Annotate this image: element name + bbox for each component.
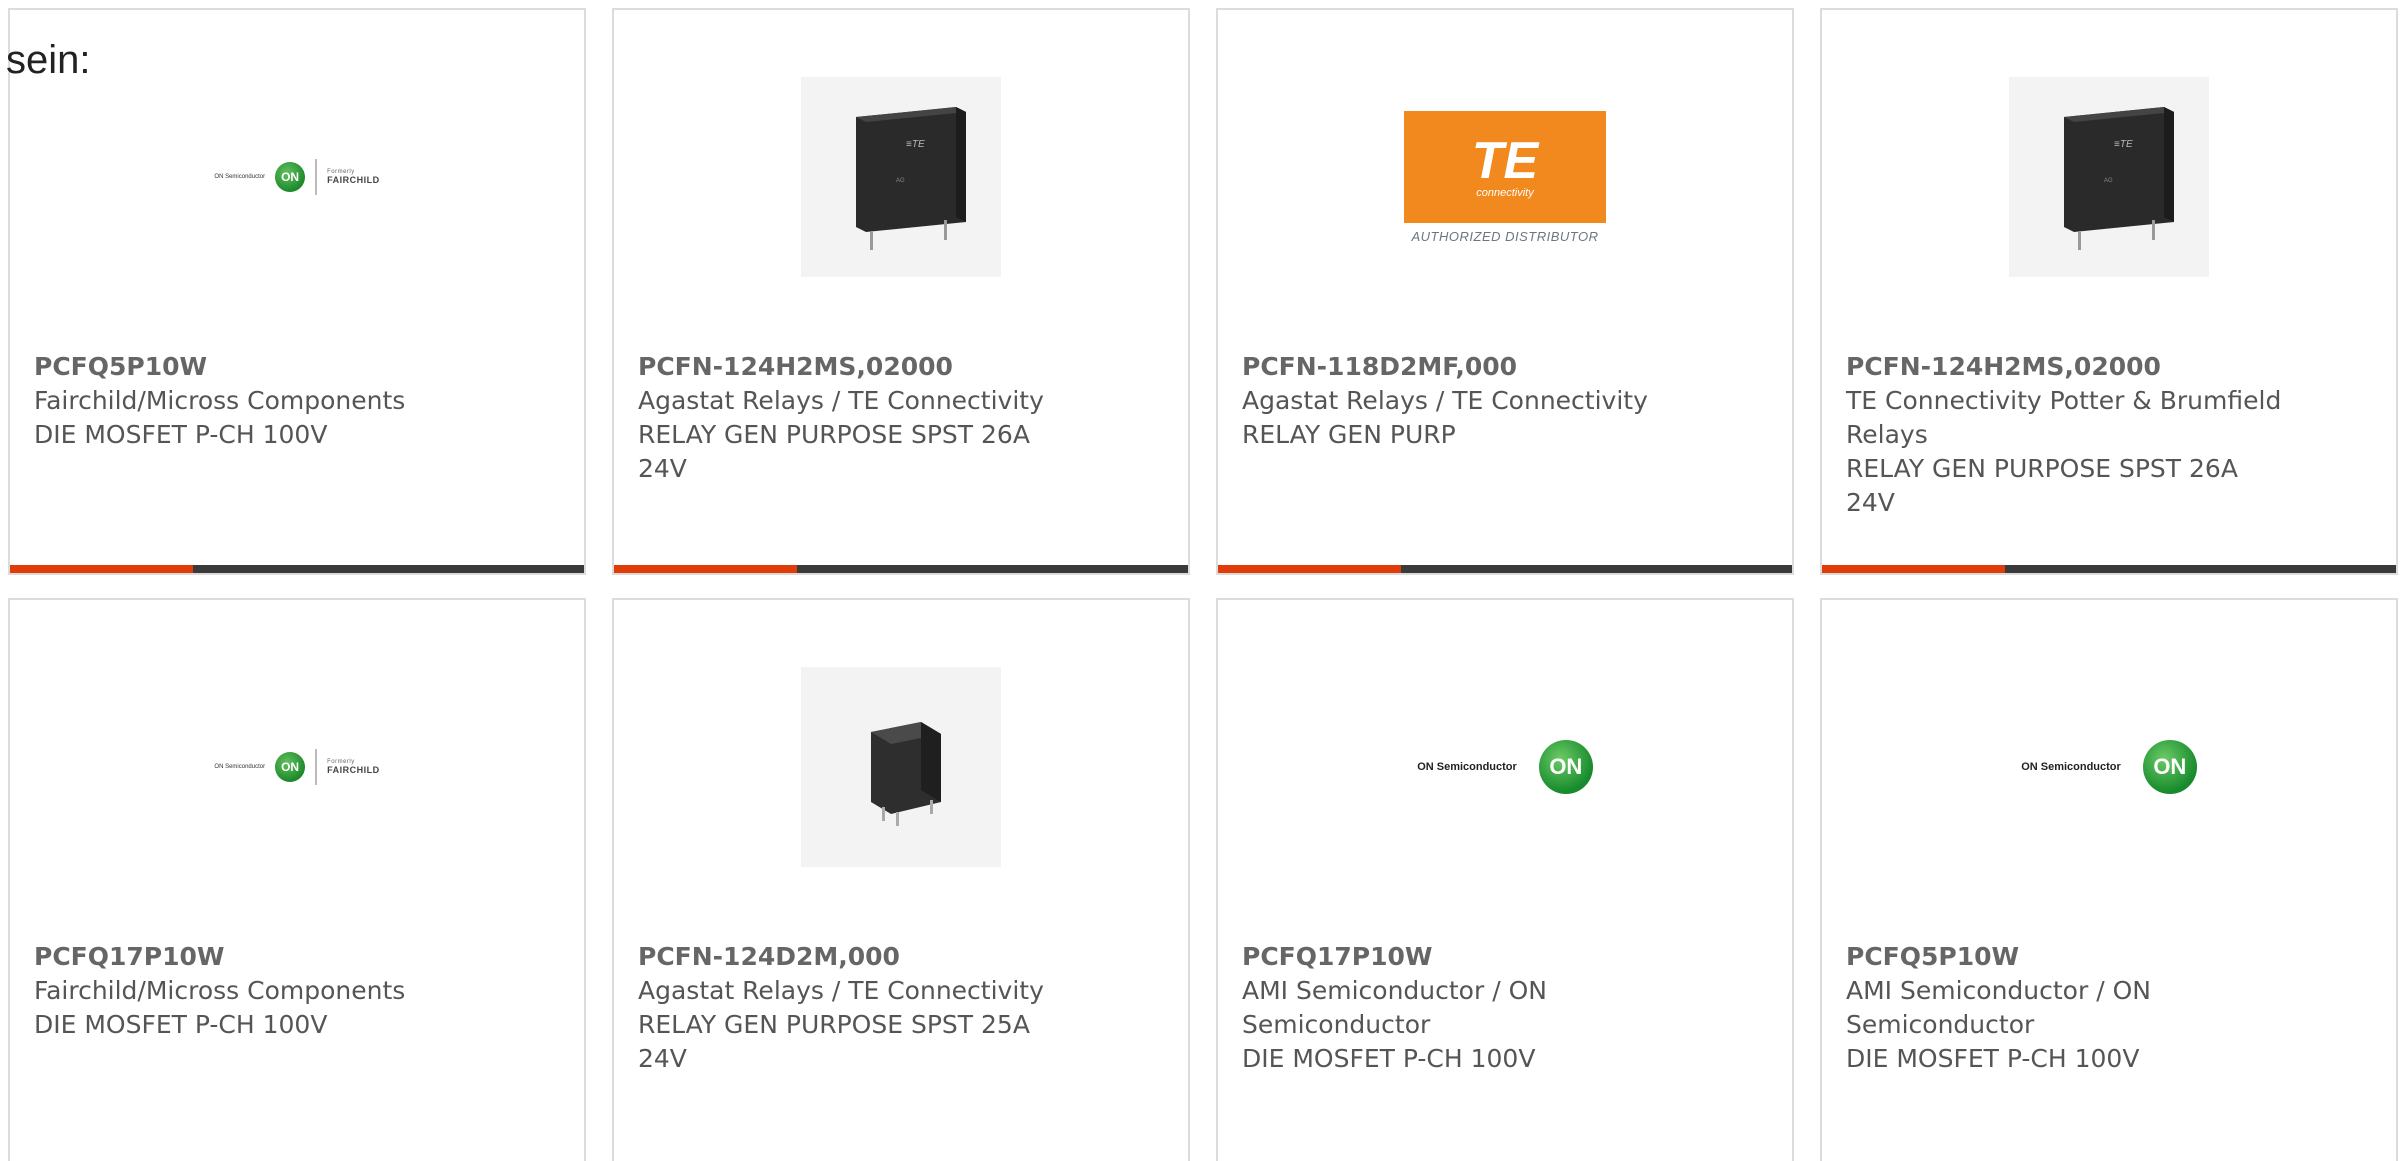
manufacturer-name: TE Connectivity Potter & Brumfield Relay… — [1846, 386, 2282, 449]
fairchild-label: FAIRCHILD — [327, 175, 380, 185]
product-card[interactable]: ON Semiconductor ON PCFQ17P10W AMI Semic… — [1216, 598, 1794, 1161]
card-bottom-bar — [614, 565, 1188, 573]
logo-divider — [315, 749, 318, 785]
product-info: PCFN-118D2MF,000 Agastat Relays / TE Con… — [1242, 350, 1682, 452]
product-image[interactable]: ON Semiconductor ON — [1822, 662, 2396, 872]
on-logo-icon: ON — [275, 162, 306, 192]
card-bottom-bar — [1822, 565, 2396, 573]
relay-photo: ≡TE AG — [2009, 77, 2209, 277]
product-card[interactable]: PCFN-124D2M,000 Agastat Relays / TE Conn… — [612, 598, 1190, 1161]
on-semiconductor-wordmark: ON Semiconductor — [214, 764, 266, 770]
product-image[interactable] — [614, 662, 1188, 872]
product-info: PCFN-124H2MS,02000 TE Connectivity Potte… — [1846, 350, 2286, 520]
relay-photo — [801, 667, 1001, 867]
product-card[interactable]: ≡TE AG PCFN-124H2MS,02000 TE Connectivit… — [1820, 8, 2398, 575]
manufacturer-name: Agastat Relays / TE Connectivity — [638, 976, 1044, 1005]
product-info: PCFQ17P10W AMI Semiconductor / ON Semico… — [1242, 940, 1682, 1076]
svg-text:AG: AG — [2104, 178, 2113, 184]
on-semiconductor-wordmark: ON Semiconductor — [214, 174, 266, 180]
product-image[interactable]: ON Semiconductor ON Formerly FAIRCHILD — [10, 662, 584, 872]
on-logo-icon: ON — [2142, 740, 2197, 794]
part-number-link[interactable]: PCFN-124H2MS,02000 — [1846, 350, 2286, 384]
manufacturer-name: Agastat Relays / TE Connectivity — [1242, 386, 1648, 415]
product-description: RELAY GEN PURPOSE SPST 26A 24V — [638, 420, 1030, 483]
svg-text:AG: AG — [896, 178, 905, 184]
product-description: DIE MOSFET P-CH 100V — [34, 1010, 328, 1039]
te-sub-label: connectivity — [1476, 186, 1534, 199]
card-accent-bar — [1822, 565, 2005, 573]
manufacturer-name: Fairchild/Micross Components — [34, 976, 406, 1005]
product-image[interactable]: ON Semiconductor ON Formerly FAIRCHILD — [10, 72, 584, 282]
part-number-link[interactable]: PCFN-118D2MF,000 — [1242, 350, 1682, 384]
manufacturer-name: AMI Semiconductor / ON Semiconductor — [1242, 976, 1547, 1039]
product-description: DIE MOSFET P-CH 100V — [1846, 1044, 2140, 1073]
part-number-link[interactable]: PCFQ17P10W — [34, 940, 474, 974]
product-image[interactable]: ≡TE AG — [1822, 72, 2396, 282]
on-semiconductor-wordmark: ON Semiconductor — [2021, 761, 2121, 773]
part-number-link[interactable]: PCFQ17P10W — [1242, 940, 1682, 974]
product-info: PCFN-124H2MS,02000 Agastat Relays / TE C… — [638, 350, 1078, 486]
intro-text: sein: — [6, 38, 91, 82]
authorized-distributor-label: AUTHORIZED DISTRIBUTOR — [1411, 228, 1599, 244]
product-card[interactable]: TE connectivity AUTHORIZED DISTRIBUTOR P… — [1216, 8, 1794, 575]
product-info: PCFN-124D2M,000 Agastat Relays / TE Conn… — [638, 940, 1078, 1076]
on-semiconductor-logo: ON Semiconductor ON — [2021, 740, 2197, 794]
product-description: DIE MOSFET P-CH 100V — [1242, 1044, 1536, 1073]
product-image[interactable]: ON Semiconductor ON — [1218, 662, 1792, 872]
manufacturer-name: Agastat Relays / TE Connectivity — [638, 386, 1044, 415]
part-number-link[interactable]: PCFQ5P10W — [34, 350, 474, 384]
svg-text:≡TE: ≡TE — [906, 139, 925, 150]
product-card[interactable]: ON Semiconductor ON Formerly FAIRCHILD P… — [8, 598, 586, 1161]
fairchild-on-logo: ON Semiconductor ON Formerly FAIRCHILD — [214, 159, 379, 195]
on-semiconductor-logo: ON Semiconductor ON — [1417, 740, 1593, 794]
product-image[interactable]: ≡TE AG — [614, 72, 1188, 282]
part-number-link[interactable]: PCFN-124H2MS,02000 — [638, 350, 1078, 384]
card-accent-bar — [1218, 565, 1401, 573]
manufacturer-name: AMI Semiconductor / ON Semiconductor — [1846, 976, 2151, 1039]
te-letters: TE — [1471, 131, 1539, 190]
product-image[interactable]: TE connectivity AUTHORIZED DISTRIBUTOR — [1218, 72, 1792, 282]
fairchild-wordmark: Formerly FAIRCHILD — [327, 759, 380, 775]
relay-image: ≡TE AG — [2064, 107, 2174, 250]
card-bottom-bar — [1218, 565, 1792, 573]
product-card[interactable]: ON Semiconductor ON PCFQ5P10W AMI Semico… — [1820, 598, 2398, 1161]
product-description: RELAY GEN PURP — [1242, 420, 1456, 449]
relay-photo: ≡TE AG — [801, 77, 1001, 277]
product-info: PCFQ5P10W Fairchild/Micross Components D… — [34, 350, 474, 452]
product-description: DIE MOSFET P-CH 100V — [34, 420, 328, 449]
relay-image: ≡TE AG — [856, 107, 966, 250]
product-card[interactable]: ≡TE AG PCFN-124H2MS,02000 Agastat Relays… — [612, 8, 1190, 575]
part-number-link[interactable]: PCFQ5P10W — [1846, 940, 2286, 974]
manufacturer-name: Fairchild/Micross Components — [34, 386, 406, 415]
card-bottom-bar — [10, 565, 584, 573]
fairchild-on-logo: ON Semiconductor ON Formerly FAIRCHILD — [214, 749, 379, 785]
fairchild-label: FAIRCHILD — [327, 765, 380, 775]
part-number-link[interactable]: PCFN-124D2M,000 — [638, 940, 1078, 974]
te-logo-box: TE connectivity — [1404, 110, 1606, 223]
product-info: PCFQ17P10W Fairchild/Micross Components … — [34, 940, 474, 1042]
on-semiconductor-wordmark: ON Semiconductor — [1417, 761, 1517, 773]
product-grid-page: sein: ON Semiconductor ON Formerly FAIRC… — [0, 0, 2400, 1161]
on-logo-icon: ON — [1538, 740, 1593, 794]
svg-text:≡TE: ≡TE — [2114, 139, 2133, 150]
te-connectivity-logo: TE connectivity AUTHORIZED DISTRIBUTOR — [1404, 110, 1606, 244]
product-info: PCFQ5P10W AMI Semiconductor / ON Semicon… — [1846, 940, 2286, 1076]
product-card[interactable]: ON Semiconductor ON Formerly FAIRCHILD P… — [8, 8, 586, 575]
card-accent-bar — [10, 565, 193, 573]
product-description: RELAY GEN PURPOSE SPST 26A 24V — [1846, 454, 2238, 517]
card-accent-bar — [614, 565, 797, 573]
on-logo-icon: ON — [275, 752, 306, 782]
relay-image — [871, 722, 941, 826]
product-description: RELAY GEN PURPOSE SPST 25A 24V — [638, 1010, 1030, 1073]
logo-divider — [315, 159, 318, 195]
fairchild-wordmark: Formerly FAIRCHILD — [327, 169, 380, 185]
